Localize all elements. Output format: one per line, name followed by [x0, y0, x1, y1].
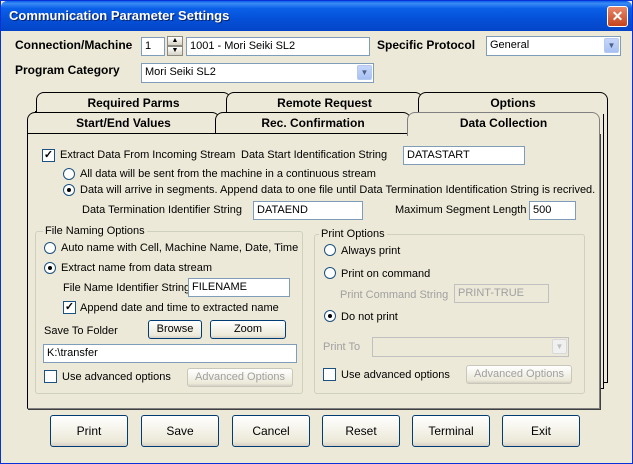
- print-on-command-radio[interactable]: [324, 267, 336, 279]
- do-not-print-label: Do not print: [341, 311, 398, 323]
- continuous-stream-label: All data will be sent from the machine i…: [80, 168, 376, 180]
- always-print-radio[interactable]: [324, 244, 336, 256]
- file-advanced-options-button[interactable]: Advanced Options: [187, 368, 293, 387]
- extract-data-label: Extract Data From Incoming Stream: [60, 149, 236, 161]
- max-segment-input[interactable]: 500: [529, 201, 576, 220]
- identifier-input[interactable]: FILENAME: [188, 278, 290, 297]
- connection-name-input[interactable]: 1001 - Mori Seiki SL2: [186, 37, 370, 56]
- terminal-button-label: Terminal: [428, 424, 474, 438]
- chevron-down-icon[interactable]: ▼: [357, 65, 372, 80]
- save-folder-input[interactable]: K:\transfer: [43, 344, 297, 363]
- append-datetime-label: Append date and time to extracted name: [80, 302, 279, 314]
- print-on-command-label: Print on command: [341, 268, 431, 280]
- continuous-stream-radio[interactable]: [63, 168, 75, 180]
- extract-name-label: Extract name from data stream: [61, 262, 212, 274]
- tab-remote-request[interactable]: Remote Request: [226, 92, 423, 114]
- terminal-button[interactable]: Terminal: [412, 415, 490, 447]
- tab-rec-confirmation[interactable]: Rec. Confirmation: [215, 112, 411, 134]
- program-category-value: Mori Seiki SL2: [145, 66, 216, 78]
- always-print-label: Always print: [341, 245, 401, 257]
- connection-spinner[interactable]: ▲ ▼: [167, 36, 183, 57]
- segments-radio[interactable]: [63, 184, 75, 196]
- segments-label: Data will arrive in segments. Append dat…: [80, 184, 596, 196]
- max-segment-label: Maximum Segment Length: [395, 204, 527, 216]
- chevron-down-icon[interactable]: ▼: [552, 339, 567, 354]
- exit-button-label: Exit: [530, 424, 551, 438]
- active-tab-join: [408, 133, 599, 135]
- file-naming-title: File Naming Options: [43, 225, 147, 237]
- print-to-label: Print To: [323, 341, 361, 353]
- spin-down-icon[interactable]: ▼: [167, 46, 183, 56]
- zoom-button[interactable]: Zoom: [210, 320, 286, 339]
- print-advanced-checkbox[interactable]: [323, 368, 336, 381]
- window-title: Communication Parameter Settings: [9, 8, 230, 23]
- file-advanced-checkbox[interactable]: [44, 370, 57, 383]
- print-command-label: Print Command String: [340, 289, 449, 301]
- print-advanced-label: Use advanced options: [341, 369, 450, 381]
- cancel-button[interactable]: Cancel: [232, 415, 310, 447]
- program-category-label: Program Category: [15, 63, 120, 77]
- tab-options[interactable]: Options: [418, 92, 608, 114]
- print-to-select[interactable]: ▼: [372, 337, 569, 357]
- protocol-select[interactable]: General ▼: [486, 36, 621, 56]
- start-id-label: Data Start Identification String: [241, 149, 388, 161]
- save-button-label: Save: [166, 424, 194, 438]
- protocol-value: General: [490, 39, 530, 51]
- program-category-select[interactable]: Mori Seiki SL2 ▼: [141, 63, 374, 83]
- print-options-title: Print Options: [319, 228, 387, 240]
- chevron-down-icon[interactable]: ▼: [604, 38, 619, 53]
- title-bar[interactable]: Communication Parameter Settings ✕: [1, 1, 632, 31]
- cancel-button-label: Cancel: [252, 424, 290, 438]
- start-id-input[interactable]: DATASTART: [403, 146, 525, 165]
- print-button-label: Print: [76, 424, 102, 438]
- print-command-input[interactable]: PRINT-TRUE: [454, 284, 549, 303]
- auto-name-radio[interactable]: [44, 242, 56, 254]
- auto-name-label: Auto name with Cell, Machine Name, Date,…: [61, 242, 299, 254]
- tab-required-parms[interactable]: Required Parms: [36, 92, 231, 114]
- protocol-label: Specific Protocol: [377, 38, 476, 52]
- print-button[interactable]: Print: [50, 415, 128, 447]
- file-advanced-label: Use advanced options: [62, 371, 171, 383]
- term-id-input[interactable]: DATAEND: [253, 201, 363, 220]
- do-not-print-radio[interactable]: [324, 310, 336, 322]
- extract-name-radio[interactable]: [44, 262, 56, 274]
- append-datetime-checkbox[interactable]: ✓: [63, 301, 76, 314]
- reset-button[interactable]: Reset: [322, 415, 400, 447]
- print-advanced-options-button[interactable]: Advanced Options: [466, 365, 572, 384]
- connection-number-input[interactable]: 1: [141, 37, 165, 56]
- exit-button[interactable]: Exit: [502, 415, 580, 447]
- tab-start-end-values[interactable]: Start/End Values: [27, 112, 220, 134]
- term-id-label: Data Termination Identifier String: [82, 204, 242, 216]
- save-button[interactable]: Save: [141, 415, 219, 447]
- close-button[interactable]: ✕: [607, 6, 628, 27]
- reset-button-label: Reset: [345, 424, 377, 438]
- identifier-label: File Name Identifier String: [63, 282, 191, 294]
- dialog-window: Communication Parameter Settings ✕ Conne…: [0, 0, 633, 464]
- connection-label: Connection/Machine: [15, 38, 133, 52]
- spin-up-icon[interactable]: ▲: [167, 36, 183, 46]
- save-folder-label: Save To Folder: [44, 325, 118, 337]
- browse-button[interactable]: Browse: [148, 320, 202, 339]
- extract-data-checkbox[interactable]: ✓: [42, 149, 55, 162]
